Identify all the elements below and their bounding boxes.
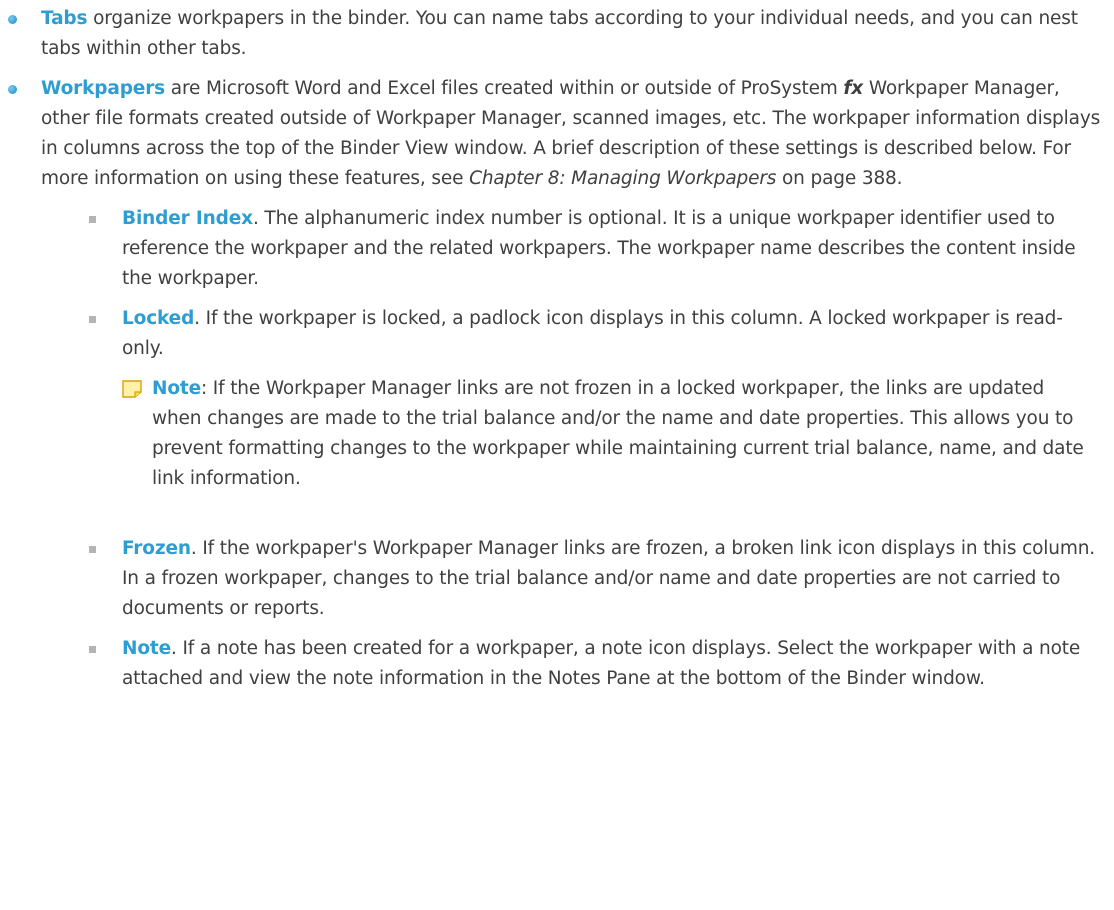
note-callout-description: : If the Workpaper Manager links are not… [152,378,1084,489]
bullet-dot-icon [8,15,17,24]
sublist-item-binder-index: Binder Index. The alphanumeric index num… [89,204,1097,294]
term-note: Note [122,638,171,659]
note-description: . If a note has been created for a workp… [122,638,1081,689]
tabs-description: organize workpapers in the binder. You c… [41,8,1078,59]
document-body: Tabs organize workpapers in the binder. … [0,0,1114,694]
binder-index-description: . The alphanumeric index number is optio… [122,208,1076,289]
chapter-link[interactable]: Chapter 8: Managing Workpapers [469,168,776,189]
sublist-item-locked: Locked. If the workpaper is locked, a pa… [89,304,1097,364]
bullet-square-icon [89,216,96,223]
term-binder-index: Binder Index [122,208,253,229]
sublist-item-note: Note. If a note has been created for a w… [89,634,1097,694]
note-text: Note: If the Workpaper Manager links are… [122,374,1092,494]
bullet-square-icon [89,546,96,553]
term-workpapers: Workpapers [41,78,166,99]
note-callout: Note: If the Workpaper Manager links are… [122,374,1092,494]
bullet-square-icon [89,646,96,653]
term-locked: Locked [122,308,195,329]
term-tabs: Tabs [41,8,88,29]
bullet-dot-icon [8,85,17,94]
fx-brand-text: fx [843,78,864,99]
frozen-description: . If the workpaper's Workpaper Manager l… [122,538,1095,619]
list-item-tabs: Tabs organize workpapers in the binder. … [8,4,1101,64]
workpapers-description-part1: are Microsoft Word and Excel files creat… [165,78,844,99]
sticky-note-icon [122,380,142,398]
term-note-callout: Note [152,378,201,399]
bullet-square-icon [89,316,96,323]
term-frozen: Frozen [122,538,191,559]
locked-description: . If the workpaper is locked, a padlock … [122,308,1063,359]
list-item-workpapers: Workpapers are Microsoft Word and Excel … [8,74,1101,194]
sublist-item-frozen: Frozen. If the workpaper's Workpaper Man… [89,534,1097,624]
workpapers-description-part3: on page 388. [776,168,903,189]
